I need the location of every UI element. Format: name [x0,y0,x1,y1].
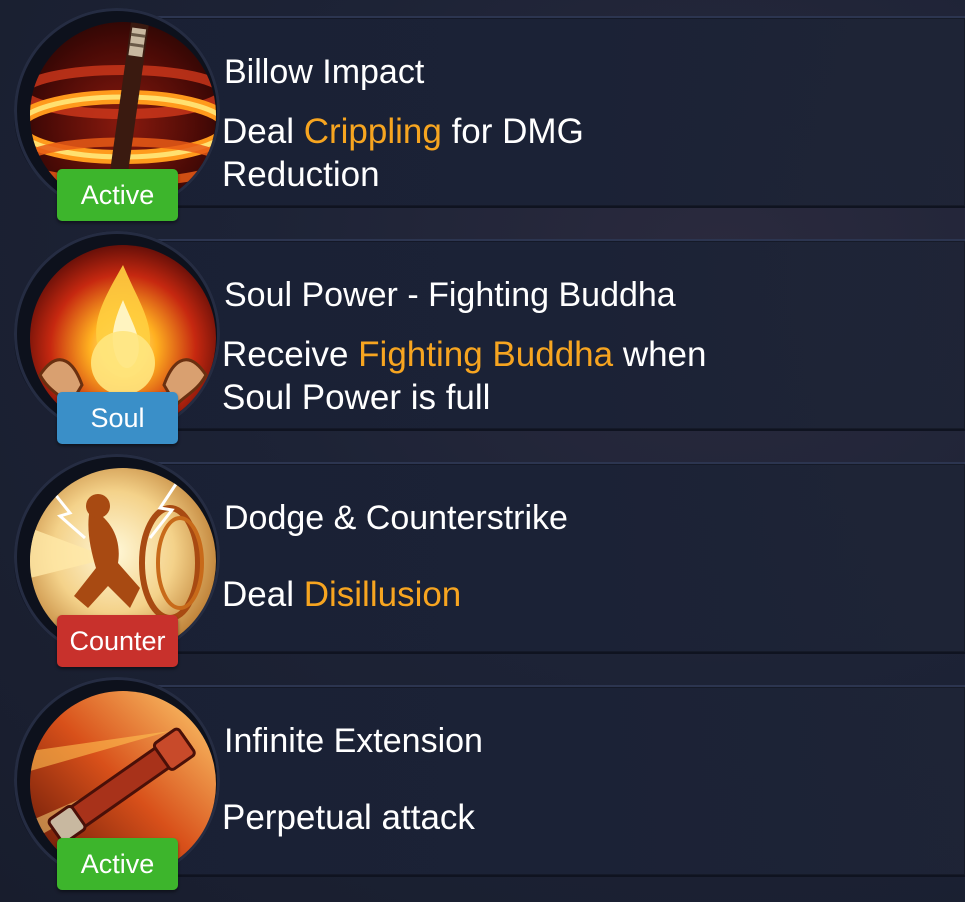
skill-type-badge: Active [57,838,178,890]
skill-description: Receive Fighting Buddha when Soul Power i… [222,335,707,417]
skill-keyword: Disillusion [303,575,462,614]
skill-row-soul-power[interactable]: Soul Soul Power - Fighting Buddha Receiv… [14,225,965,444]
skill-description: Deal Crippling for DMG Reduction [222,112,584,194]
skill-title: Infinite Extension [224,722,483,760]
skill-description: Perpetual attack [222,798,475,837]
skill-keyword: Crippling [303,112,442,151]
skill-title: Billow Impact [224,53,425,91]
skill-description: Deal Disillusion [222,575,462,614]
skill-title: Dodge & Counterstrike [224,499,568,537]
skill-row-billow-impact[interactable]: Active Billow Impact Deal Crippling for … [14,2,965,221]
skill-keyword: Fighting Buddha [358,335,614,374]
skill-title: Soul Power - Fighting Buddha [224,276,676,314]
skill-type-badge: Active [57,169,178,221]
skill-row-dodge-counterstrike[interactable]: Counter Dodge & Counterstrike Deal Disil… [14,448,965,667]
skill-type-badge: Counter [57,615,178,667]
skill-list: Active Billow Impact Deal Crippling for … [0,0,965,902]
skill-row-infinite-extension[interactable]: Active Infinite Extension Perpetual atta… [14,671,965,890]
skill-type-badge: Soul [57,392,178,444]
